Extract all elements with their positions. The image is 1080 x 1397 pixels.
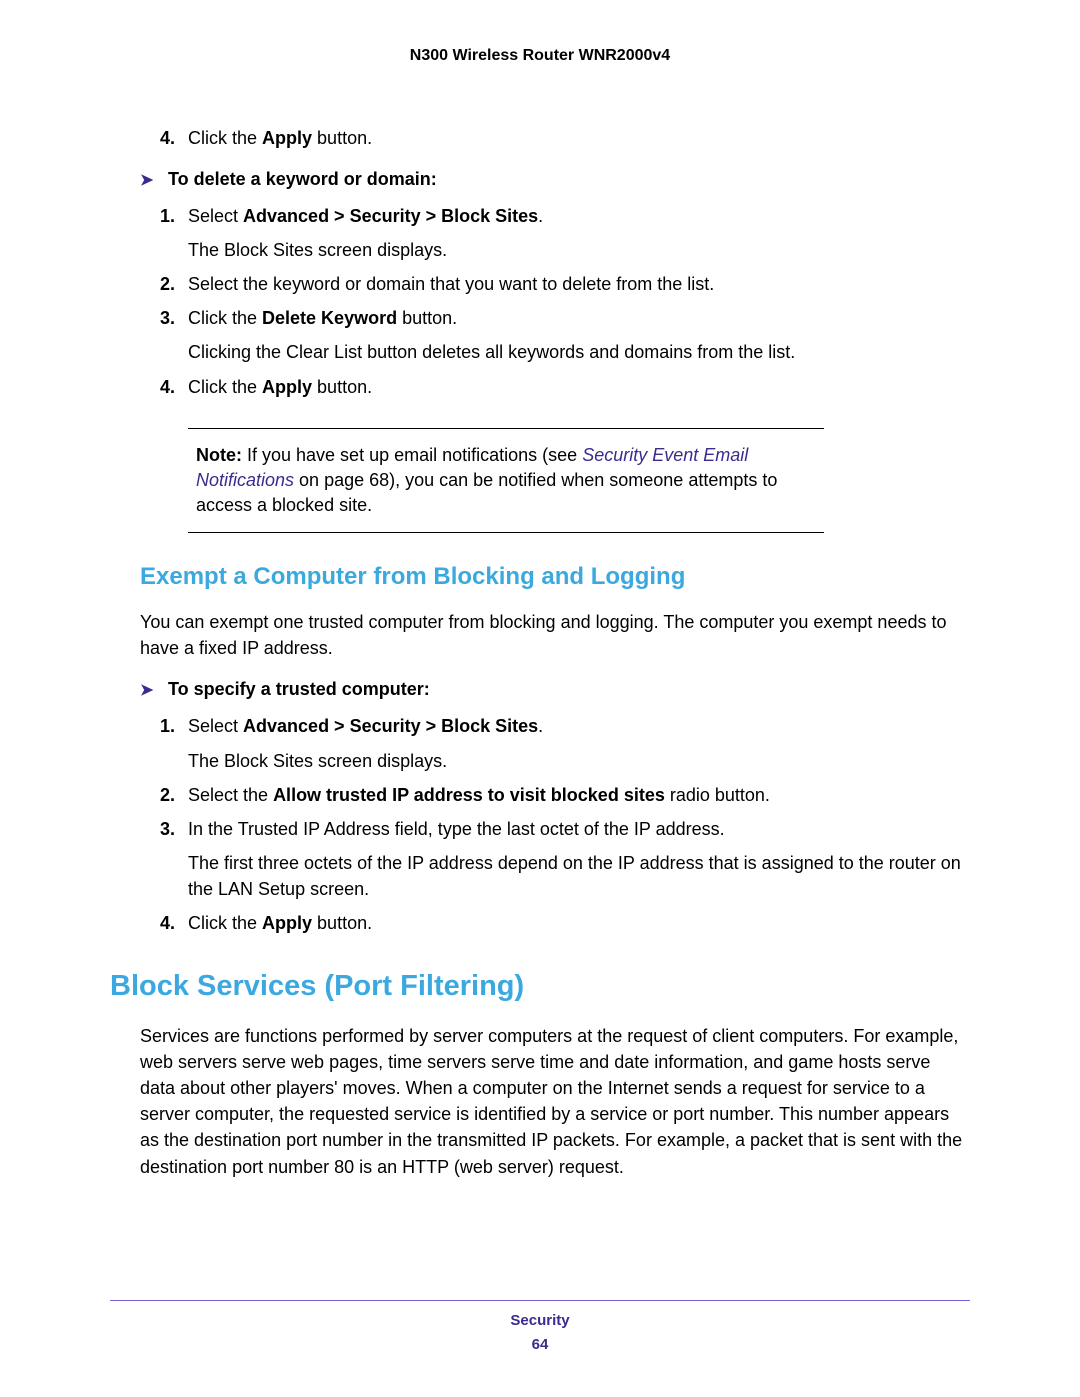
step-row: 1. Select Advanced > Security > Block Si… [160, 203, 970, 229]
step-text: Click the Apply button. [188, 374, 970, 400]
procedure-heading: ➤ To specify a trusted computer: [140, 679, 970, 703]
step-sub-text: The Block Sites screen displays. [188, 237, 970, 263]
step-number: 3. [160, 305, 188, 331]
step-sub-text: The Block Sites screen displays. [188, 748, 970, 774]
document-header: N300 Wireless Router WNR2000v4 [110, 47, 970, 65]
step-row: 2. Select the keyword or domain that you… [160, 271, 970, 297]
step-number: 2. [160, 782, 188, 808]
note-label: Note: [196, 445, 247, 465]
step-number: 4. [160, 125, 188, 151]
step-text: Select the Allow trusted IP address to v… [188, 782, 970, 808]
procedure-title: To specify a trusted computer: [168, 679, 430, 703]
section-heading: Exempt a Computer from Blocking and Logg… [140, 563, 970, 591]
footer-rule [110, 1300, 970, 1301]
content-body: 4. Click the Apply button. ➤ To delete a… [140, 125, 970, 1180]
step-row: 3. Click the Delete Keyword button. [160, 305, 970, 331]
step-row: 3. In the Trusted IP Address field, type… [160, 816, 970, 842]
step-number: 4. [160, 374, 188, 400]
text: button. [312, 128, 372, 148]
text: Select [188, 716, 243, 736]
text: Click the [188, 308, 262, 328]
ui-label: Delete Keyword [262, 308, 397, 328]
ui-label: Apply [262, 913, 312, 933]
text: button. [312, 377, 372, 397]
ui-label: Apply [262, 128, 312, 148]
footer-section: Security [110, 1309, 970, 1333]
text: Click the [188, 913, 262, 933]
step-row: 4. Click the Apply button. [160, 910, 970, 936]
step-number: 1. [160, 713, 188, 739]
menu-path: Advanced > Security > Block Sites [243, 206, 538, 226]
step-sub-text: Clicking the Clear List button deletes a… [188, 339, 970, 365]
text: Click the [188, 128, 262, 148]
ui-label: Apply [262, 377, 312, 397]
ui-label: Allow trusted IP address to visit blocke… [273, 785, 665, 805]
step-row: 1. Select Advanced > Security > Block Si… [160, 713, 970, 739]
bullet-icon: ➤ [140, 169, 168, 193]
text: button. [312, 913, 372, 933]
step-number: 3. [160, 816, 188, 842]
text: . [538, 206, 543, 226]
note-text: If you have set up email notifications (… [247, 445, 582, 465]
text: . [538, 716, 543, 736]
text: radio button. [665, 785, 770, 805]
step-text: Select Advanced > Security > Block Sites… [188, 713, 970, 739]
paragraph: Services are functions performed by serv… [140, 1023, 970, 1180]
step-text: Select the keyword or domain that you wa… [188, 271, 970, 297]
procedure-title: To delete a keyword or domain: [168, 169, 437, 193]
step-text: In the Trusted IP Address field, type th… [188, 816, 970, 842]
step-text: Click the Apply button. [188, 910, 970, 936]
paragraph: You can exempt one trusted computer from… [140, 609, 970, 661]
text: button. [397, 308, 457, 328]
step-row: 4. Click the Apply button. [160, 374, 970, 400]
page: N300 Wireless Router WNR2000v4 4. Click … [0, 0, 1080, 1397]
step-row: 4. Click the Apply button. [160, 125, 970, 151]
step-sub-text: The first three octets of the IP address… [188, 850, 970, 902]
step-number: 4. [160, 910, 188, 936]
text: Select the [188, 785, 273, 805]
menu-path: Advanced > Security > Block Sites [243, 716, 538, 736]
chapter-heading: Block Services (Port Filtering) [110, 970, 970, 1003]
step-text: Select Advanced > Security > Block Sites… [188, 203, 970, 229]
step-text: Click the Apply button. [188, 125, 970, 151]
step-row: 2. Select the Allow trusted IP address t… [160, 782, 970, 808]
page-number: 64 [110, 1333, 970, 1357]
text: Select [188, 206, 243, 226]
step-number: 2. [160, 271, 188, 297]
step-text: Click the Delete Keyword button. [188, 305, 970, 331]
text: Click the [188, 377, 262, 397]
page-footer: Security 64 [110, 1300, 970, 1357]
bullet-icon: ➤ [140, 679, 168, 703]
note-box: Note: If you have set up email notificat… [188, 428, 824, 534]
procedure-heading: ➤ To delete a keyword or domain: [140, 169, 970, 193]
step-number: 1. [160, 203, 188, 229]
